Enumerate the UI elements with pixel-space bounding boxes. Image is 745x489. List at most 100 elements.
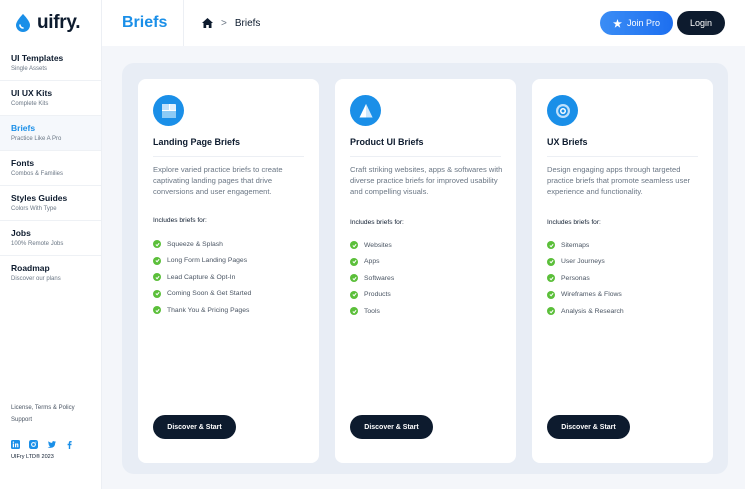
check-icon <box>547 274 555 283</box>
list-item-label: Websites <box>364 241 392 249</box>
ux-target-icon <box>547 95 578 126</box>
list-item-label: Long Form Landing Pages <box>167 257 248 265</box>
card-divider <box>153 156 304 157</box>
list-item: Sitemaps <box>547 237 624 254</box>
sidebar: UI Templates Single Assets UI UX Kits Co… <box>0 46 102 489</box>
brief-card-landing-page: Landing Page Briefs Explore varied pract… <box>138 79 319 463</box>
card-title: Landing Page Briefs <box>153 137 241 147</box>
logo-drop-icon <box>16 14 30 32</box>
briefs-panel: Landing Page Briefs Explore varied pract… <box>122 63 728 474</box>
check-icon <box>547 290 555 299</box>
check-icon <box>350 274 358 283</box>
check-icon <box>153 256 161 265</box>
list-item-label: Coming Soon & Get Started <box>167 290 252 298</box>
includes-label: Includes briefs for: <box>153 217 207 224</box>
list-item-label: Apps <box>364 258 380 266</box>
sidebar-item-title: UI Templates <box>11 53 64 63</box>
list-item: Lead Capture & Opt-In <box>153 269 251 286</box>
support-link[interactable]: Support <box>11 414 101 426</box>
sidebar-item-title: Roadmap <box>11 263 50 273</box>
sidebar-item-title: Fonts <box>11 158 35 168</box>
check-icon <box>153 273 161 282</box>
page-title: Briefs <box>102 0 184 46</box>
card-divider <box>547 156 698 157</box>
sidebar-item-subtitle: Practice Like A Pro <box>11 136 62 142</box>
list-item: Websites <box>350 237 394 254</box>
card-title: Product UI Briefs <box>350 137 424 147</box>
check-icon <box>547 307 555 316</box>
list-item-label: Sitemaps <box>561 241 590 249</box>
list-item-label: User Journeys <box>561 258 605 266</box>
includes-label: Includes briefs for: <box>547 219 601 226</box>
join-pro-label: Join Pro <box>626 18 661 28</box>
sidebar-item-briefs[interactable]: Briefs Practice Like A Pro <box>0 116 101 151</box>
sidebar-item-subtitle: Colors With Type <box>11 206 57 212</box>
sidebar-item-fonts[interactable]: Fonts Combos & Families <box>0 151 101 186</box>
list-item-label: Squeeze & Splash <box>167 240 223 248</box>
discover-start-button[interactable]: Discover & Start <box>153 415 236 439</box>
home-icon[interactable] <box>202 18 213 28</box>
check-icon <box>153 306 161 315</box>
list-item: Thank You & Pricing Pages <box>153 302 251 319</box>
check-icon <box>153 240 161 249</box>
brief-card-ux: UX Briefs Design engaging apps through t… <box>532 79 713 463</box>
list-item: Personas <box>547 270 624 287</box>
list-item: Wireframes & Flows <box>547 287 624 304</box>
list-item-label: Lead Capture & Opt-In <box>167 273 236 281</box>
sidebar-item-jobs[interactable]: Jobs 100% Remote Jobs <box>0 221 101 256</box>
twitter-icon[interactable] <box>47 436 56 448</box>
discover-start-button[interactable]: Discover & Start <box>350 415 433 439</box>
list-item: Softwares <box>350 270 394 287</box>
product-ui-icon <box>350 95 381 126</box>
list-item: Coming Soon & Get Started <box>153 286 251 303</box>
card-description: Design engaging apps through targeted pr… <box>547 165 691 196</box>
sidebar-item-ui-ux-kits[interactable]: UI UX Kits Complete Kits <box>0 81 101 116</box>
includes-label: Includes briefs for: <box>350 219 404 226</box>
list-item-label: Tools <box>364 307 380 315</box>
star-icon <box>612 18 622 28</box>
check-icon <box>350 257 358 266</box>
sidebar-item-subtitle: 100% Remote Jobs <box>11 241 64 247</box>
sidebar-item-subtitle: Single Assets <box>11 66 48 72</box>
card-description: Explore varied practice briefs to create… <box>153 165 283 196</box>
copyright-text: UIFry LTD® 2023 <box>11 454 54 460</box>
list-item-label: Analysis & Research <box>561 307 624 315</box>
sidebar-item-title: UI UX Kits <box>11 88 53 98</box>
check-icon <box>153 289 161 298</box>
check-icon <box>350 307 358 316</box>
discover-start-button[interactable]: Discover & Start <box>547 415 630 439</box>
sidebar-item-roadmap[interactable]: Roadmap Discover our plans <box>0 256 101 291</box>
list-item: Tools <box>350 303 394 320</box>
list-item: Long Form Landing Pages <box>153 253 251 270</box>
list-item-label: Personas <box>561 274 590 282</box>
check-icon <box>547 241 555 250</box>
check-icon <box>350 241 358 250</box>
breadcrumb-current: Briefs <box>234 17 261 29</box>
logo-text: uifry. <box>37 12 81 33</box>
instagram-icon[interactable] <box>29 436 38 449</box>
sidebar-item-subtitle: Complete Kits <box>11 101 49 107</box>
sidebar-item-styles-guides[interactable]: Styles Guides Colors With Type <box>0 186 101 221</box>
card-description: Craft striking websites, apps & software… <box>350 165 503 196</box>
landing-page-icon <box>153 95 184 126</box>
breadcrumb-separator: > <box>221 17 227 29</box>
sidebar-item-ui-templates[interactable]: UI Templates Single Assets <box>0 46 101 81</box>
list-item: User Journeys <box>547 254 624 271</box>
list-item: Products <box>350 287 394 304</box>
brief-list: Squeeze & Splash Long Form Landing Pages… <box>153 236 251 319</box>
breadcrumb: > Briefs <box>184 18 260 29</box>
facebook-icon[interactable] <box>65 436 74 449</box>
list-item-label: Products <box>364 291 391 299</box>
list-item: Squeeze & Splash <box>153 236 251 253</box>
card-divider <box>350 156 501 157</box>
brief-card-product-ui: Product UI Briefs Craft striking website… <box>335 79 516 463</box>
join-pro-button[interactable]: Join Pro <box>600 11 673 35</box>
license-link[interactable]: License, Terms & Policy <box>11 402 101 414</box>
linkedin-icon[interactable] <box>11 436 20 449</box>
sidebar-item-subtitle: Discover our plans <box>11 276 61 282</box>
login-button[interactable]: Login <box>677 11 725 35</box>
logo[interactable]: uifry. <box>0 0 102 46</box>
sidebar-item-subtitle: Combos & Families <box>11 171 64 177</box>
sidebar-item-title: Jobs <box>11 228 31 238</box>
check-icon <box>547 257 555 266</box>
